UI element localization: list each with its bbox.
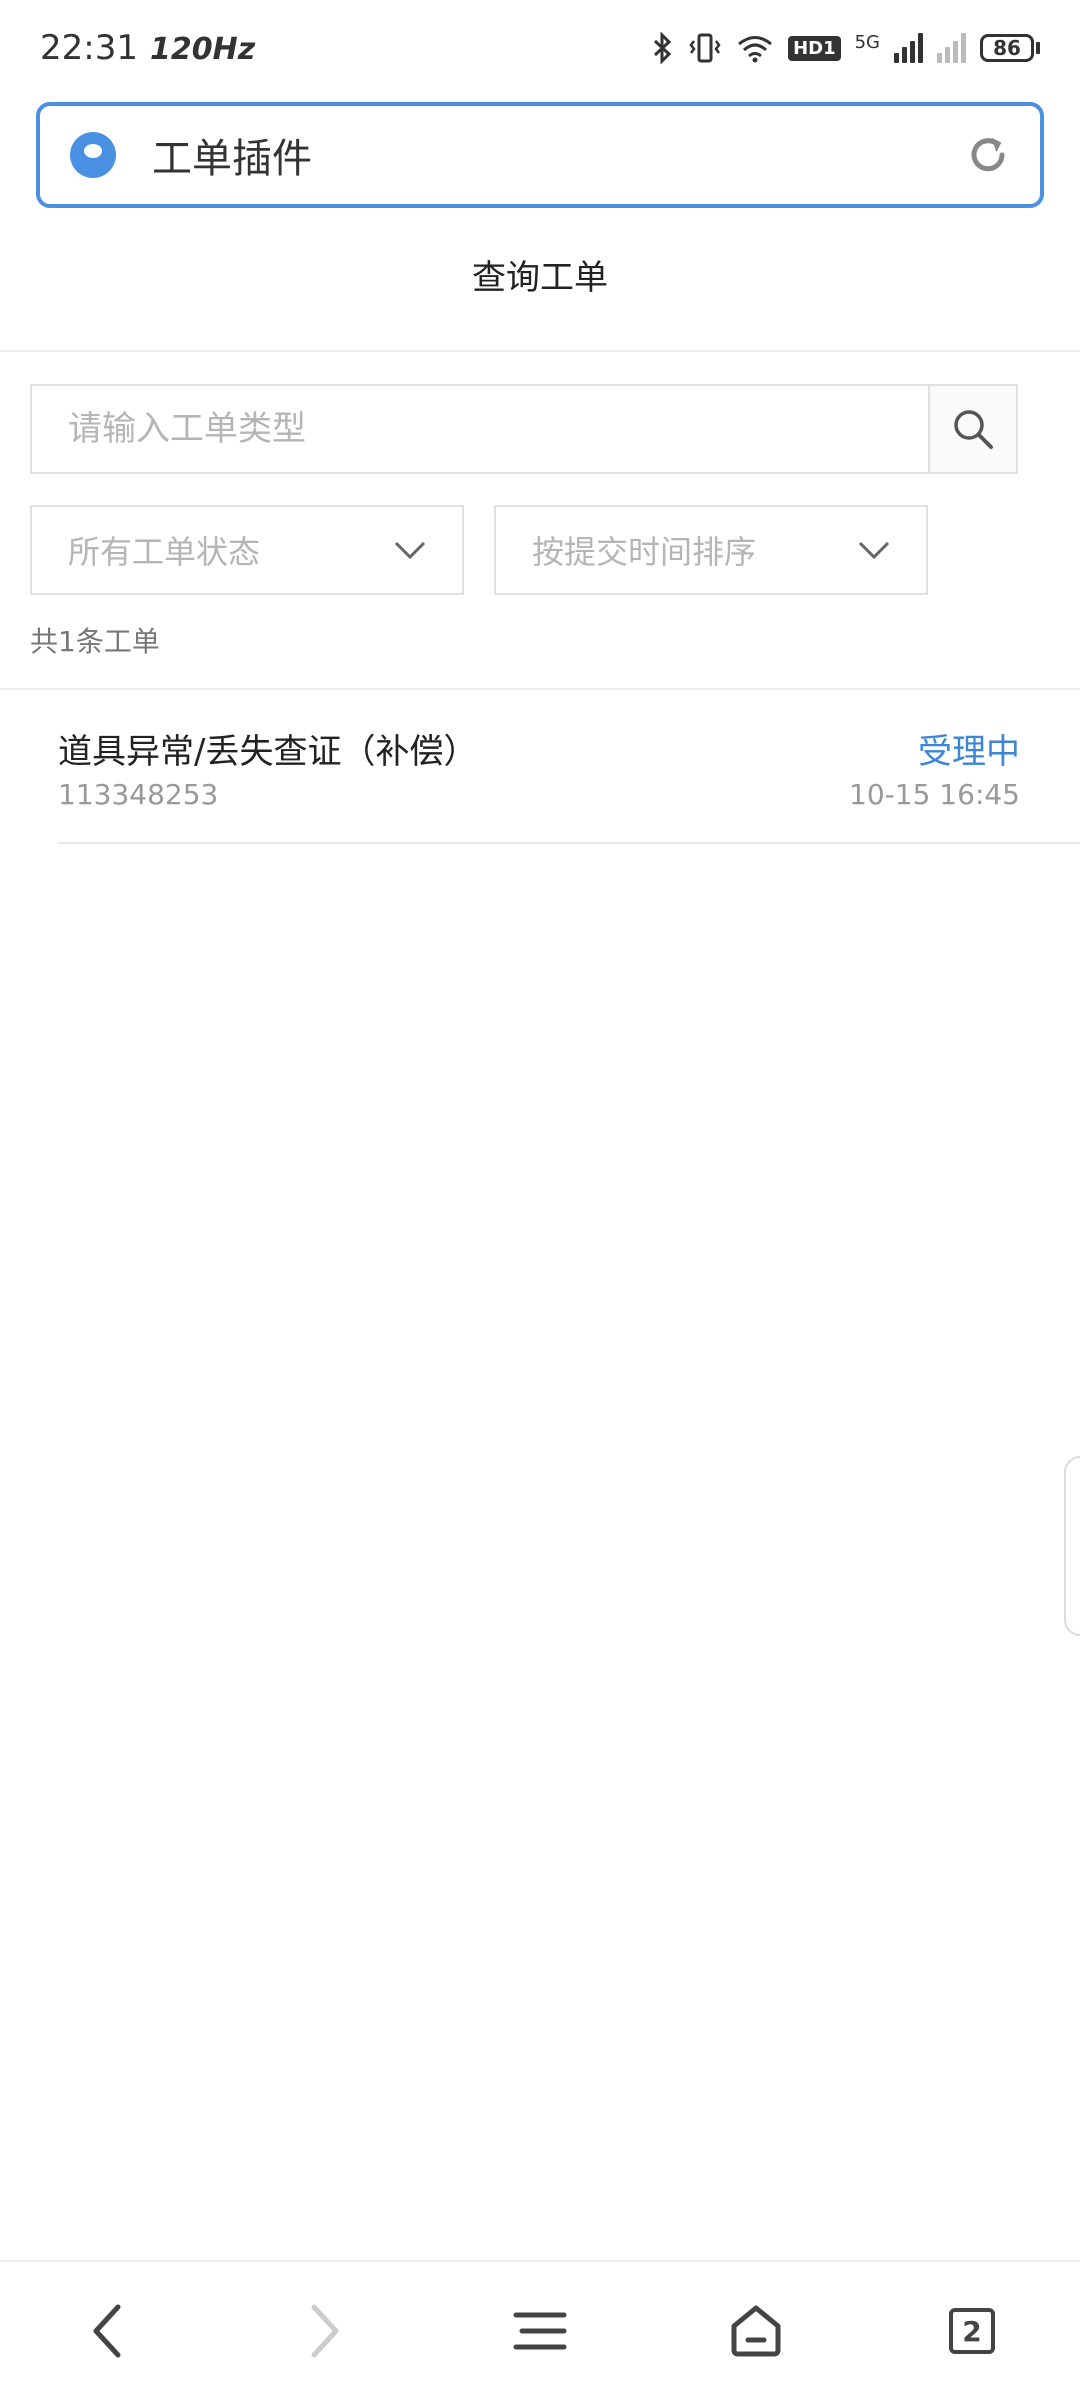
site-logo-icon: [70, 132, 116, 178]
side-drawer-handle[interactable]: [1064, 1456, 1080, 1636]
status-bar: 22:31 120Hz HD1 5G 86: [0, 0, 1080, 96]
search-icon: [954, 410, 993, 449]
tabs-button[interactable]: 2: [932, 2291, 1012, 2371]
ticket-title: 道具异常/丢失查证（补偿）: [58, 732, 478, 772]
ticket-count: 共1条工单: [30, 625, 160, 658]
menu-button[interactable]: [500, 2291, 580, 2371]
signal-secondary-icon: [937, 33, 966, 63]
signal-icon: [894, 33, 923, 63]
refresh-rate: 120Hz: [149, 32, 256, 67]
forward-button[interactable]: [284, 2291, 364, 2371]
back-button[interactable]: [68, 2291, 148, 2371]
battery-icon: 86: [980, 34, 1040, 62]
network-label: 5G: [854, 32, 880, 53]
address-bar[interactable]: 工单插件: [36, 102, 1044, 208]
ticket-status: 受理中: [918, 732, 1020, 772]
chevron-down-icon: [394, 541, 426, 560]
home-button[interactable]: [716, 2291, 796, 2371]
reload-icon[interactable]: [966, 133, 1010, 177]
chevron-left-icon: [93, 2304, 121, 2358]
header-divider: [0, 350, 1080, 352]
status-filter-select[interactable]: 所有工单状态: [30, 505, 464, 595]
status-left: 22:31 120Hz: [40, 28, 255, 68]
bottom-nav: 2: [0, 2260, 1080, 2400]
ticket-type-search-input[interactable]: [30, 384, 928, 474]
vibrate-icon: [689, 33, 721, 63]
menu-icon: [513, 2312, 567, 2350]
sort-select-value: 按提交时间排序: [532, 533, 757, 571]
page-title: 查询工单: [472, 258, 608, 298]
hd-badge: HD1: [788, 35, 841, 61]
status-filter-value: 所有工单状态: [68, 533, 261, 571]
chevron-right-icon: [311, 2304, 339, 2358]
chevron-down-icon: [858, 541, 890, 560]
home-icon: [731, 2305, 781, 2357]
ticket-time: 10-15 16:45: [849, 778, 1020, 811]
address-bar-title: 工单插件: [152, 136, 312, 182]
sort-select[interactable]: 按提交时间排序: [494, 505, 928, 595]
bluetooth-icon: [654, 32, 672, 64]
tabs-count: 2: [949, 2308, 995, 2354]
ticket-row[interactable]: 道具异常/丢失查证（补偿） 113348253 受理中 10-15 16:45: [58, 690, 1080, 844]
ticket-id: 113348253: [58, 778, 219, 811]
battery-level: 86: [980, 34, 1034, 62]
search-button[interactable]: [928, 384, 1018, 474]
wifi-icon: [738, 36, 773, 63]
status-time: 22:31: [40, 28, 138, 68]
status-right: HD1 5G 86: [652, 32, 1040, 64]
